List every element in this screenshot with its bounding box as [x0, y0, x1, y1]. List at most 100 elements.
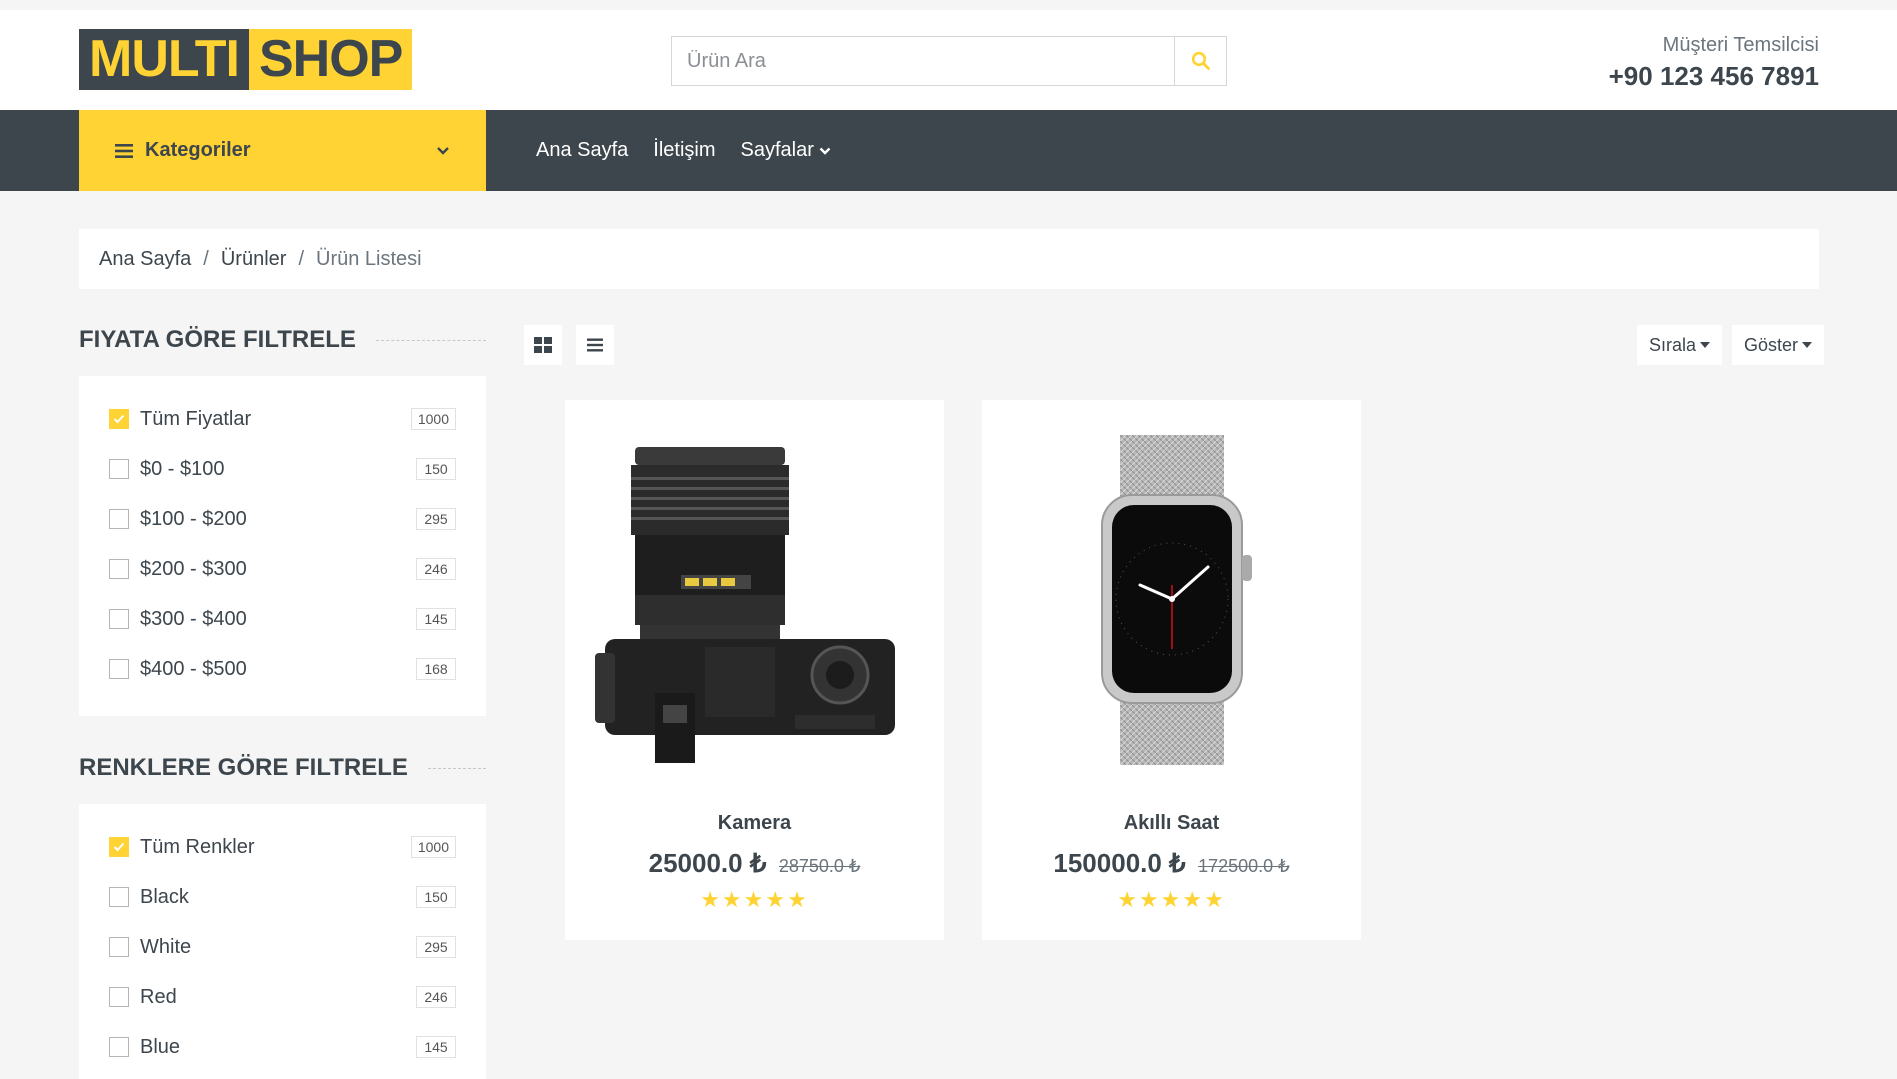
- product-price: 25000.0 ₺: [648, 848, 767, 878]
- product-card[interactable]: Akıllı Saat 150000.0 ₺ 172500.0 ₺ ★★★★★: [982, 400, 1361, 940]
- filter-option[interactable]: Tüm Renkler 1000: [109, 822, 456, 872]
- filter-option-label: $0 - $100: [140, 457, 225, 480]
- caret-down-icon: [819, 147, 831, 155]
- list-icon: [587, 338, 603, 352]
- product-name[interactable]: Kamera: [565, 812, 944, 835]
- price-filter-title: FIYATA GÖRE FILTRELE: [79, 326, 356, 353]
- chevron-down-icon: [437, 146, 449, 155]
- search-bar: [671, 36, 1227, 86]
- filter-option-label: Tüm Renkler: [140, 835, 255, 858]
- checkbox[interactable]: [109, 509, 129, 529]
- nav-link-contact[interactable]: İletişim: [653, 139, 715, 162]
- filter-option[interactable]: $100 - $200 295: [109, 494, 456, 544]
- menu-icon: [115, 143, 133, 159]
- sort-label: Sırala: [1649, 334, 1697, 355]
- product-card[interactable]: Kamera 25000.0 ₺ 28750.0 ₺ ★★★★★: [565, 400, 944, 940]
- filter-option[interactable]: White 295: [109, 922, 456, 972]
- filter-option[interactable]: $0 - $100 150: [109, 444, 456, 494]
- search-input[interactable]: [672, 37, 1174, 85]
- show-label: Göster: [1744, 334, 1799, 355]
- nav-link-pages[interactable]: Sayfalar: [741, 139, 831, 162]
- filter-option-label: $400 - $500: [140, 657, 247, 680]
- filter-option[interactable]: $300 - $400 145: [109, 594, 456, 644]
- filter-option-label: White: [140, 935, 192, 958]
- logo[interactable]: MULTI SHOP: [79, 29, 413, 90]
- color-filter-heading: RENKLERE GÖRE FILTRELE: [79, 754, 486, 782]
- filter-option-label: Black: [140, 885, 189, 908]
- search-icon: [1191, 51, 1210, 70]
- checkbox[interactable]: [109, 659, 129, 679]
- price-filter-box: Tüm Fiyatlar 1000 $0 - $100 150 $100 - $200 2…: [79, 376, 486, 716]
- breadcrumb-products[interactable]: Ürünler: [221, 248, 287, 271]
- checkbox[interactable]: [109, 887, 129, 907]
- checkbox[interactable]: [109, 937, 129, 957]
- count-badge: 246: [416, 986, 456, 1008]
- grid-view-button[interactable]: [524, 325, 562, 365]
- logo-part-2: SHOP: [248, 29, 413, 90]
- filter-option[interactable]: $200 - $300 246: [109, 544, 456, 594]
- count-badge: 246: [416, 558, 456, 580]
- nav-links: Ana Sayfa İletişim Sayfalar: [536, 110, 831, 191]
- star-rating: ★★★★★: [700, 887, 809, 912]
- checkbox[interactable]: [109, 987, 129, 1007]
- filter-option[interactable]: Black 150: [109, 872, 456, 922]
- price-filter-heading: FIYATA GÖRE FILTRELE: [79, 326, 486, 354]
- checkbox[interactable]: [109, 837, 129, 857]
- star-rating: ★★★★★: [1117, 887, 1226, 912]
- filter-option-label: $300 - $400: [140, 607, 247, 630]
- checkbox[interactable]: [109, 459, 129, 479]
- breadcrumb: Ana Sayfa / Ürünler / Ürün Listesi: [79, 229, 1819, 289]
- categories-label: Kategoriler: [145, 139, 251, 161]
- count-badge: 295: [416, 936, 456, 958]
- product-price: 150000.0 ₺: [1053, 848, 1186, 878]
- filter-option-label: $100 - $200: [140, 507, 247, 530]
- divider: [427, 767, 486, 769]
- filter-option[interactable]: $400 - $500 168: [109, 644, 456, 694]
- header: MULTI SHOP Müşteri Temsilcisi +90 123 45…: [0, 10, 1897, 110]
- checkbox[interactable]: [109, 1037, 129, 1057]
- breadcrumb-home[interactable]: Ana Sayfa: [99, 248, 191, 271]
- categories-button[interactable]: Kategoriler: [79, 110, 486, 191]
- count-badge: 168: [416, 658, 456, 680]
- count-badge: 145: [416, 1036, 456, 1058]
- filter-option-label: Tüm Fiyatlar: [140, 407, 252, 430]
- top-strip: [0, 0, 1897, 10]
- caret-down-icon: [1700, 342, 1711, 348]
- breadcrumb-separator: /: [298, 247, 304, 270]
- nav-link-pages-label: Sayfalar: [740, 139, 814, 161]
- check-icon: [113, 842, 125, 852]
- count-badge: 145: [416, 608, 456, 630]
- product-old-price: 172500.0 ₺: [1198, 856, 1290, 876]
- product-old-price: 28750.0 ₺: [778, 856, 861, 876]
- count-badge: 1000: [410, 408, 456, 430]
- divider: [375, 339, 486, 341]
- customer-service: Müşteri Temsilcisi +90 123 456 7891: [1609, 34, 1819, 92]
- color-filter-box: Tüm Renkler 1000 Black 150 White 295 Red 246 Blu…: [79, 804, 486, 1079]
- nav-link-home[interactable]: Ana Sayfa: [536, 139, 628, 162]
- color-filter-title: RENKLERE GÖRE FILTRELE: [79, 754, 408, 781]
- list-view-button[interactable]: [576, 325, 614, 365]
- product-name[interactable]: Akıllı Saat: [982, 812, 1361, 835]
- checkbox[interactable]: [109, 609, 129, 629]
- customer-service-phone: +90 123 456 7891: [1608, 61, 1819, 91]
- caret-down-icon: [1802, 342, 1813, 348]
- product-image-smartwatch[interactable]: [982, 430, 1361, 770]
- breadcrumb-current: Ürün Listesi: [316, 247, 422, 270]
- filter-option[interactable]: Blue 145: [109, 1022, 456, 1072]
- check-icon: [113, 414, 125, 424]
- checkbox[interactable]: [109, 409, 129, 429]
- grid-icon: [534, 337, 552, 353]
- filter-option[interactable]: Red 246: [109, 972, 456, 1022]
- filter-option[interactable]: Tüm Fiyatlar 1000: [109, 394, 456, 444]
- checkbox[interactable]: [109, 559, 129, 579]
- count-badge: 150: [416, 886, 456, 908]
- logo-part-1: MULTI: [79, 29, 249, 90]
- sort-dropdown[interactable]: Sırala: [1637, 325, 1723, 365]
- navbar: Kategoriler Ana Sayfa İletişim Sayfalar: [0, 110, 1897, 191]
- count-badge: 1000: [410, 836, 456, 858]
- customer-service-label: Müşteri Temsilcisi: [1662, 34, 1819, 56]
- count-badge: 150: [416, 458, 456, 480]
- show-dropdown[interactable]: Göster: [1732, 325, 1825, 365]
- product-image-camera[interactable]: [565, 430, 944, 770]
- search-button[interactable]: [1174, 37, 1226, 85]
